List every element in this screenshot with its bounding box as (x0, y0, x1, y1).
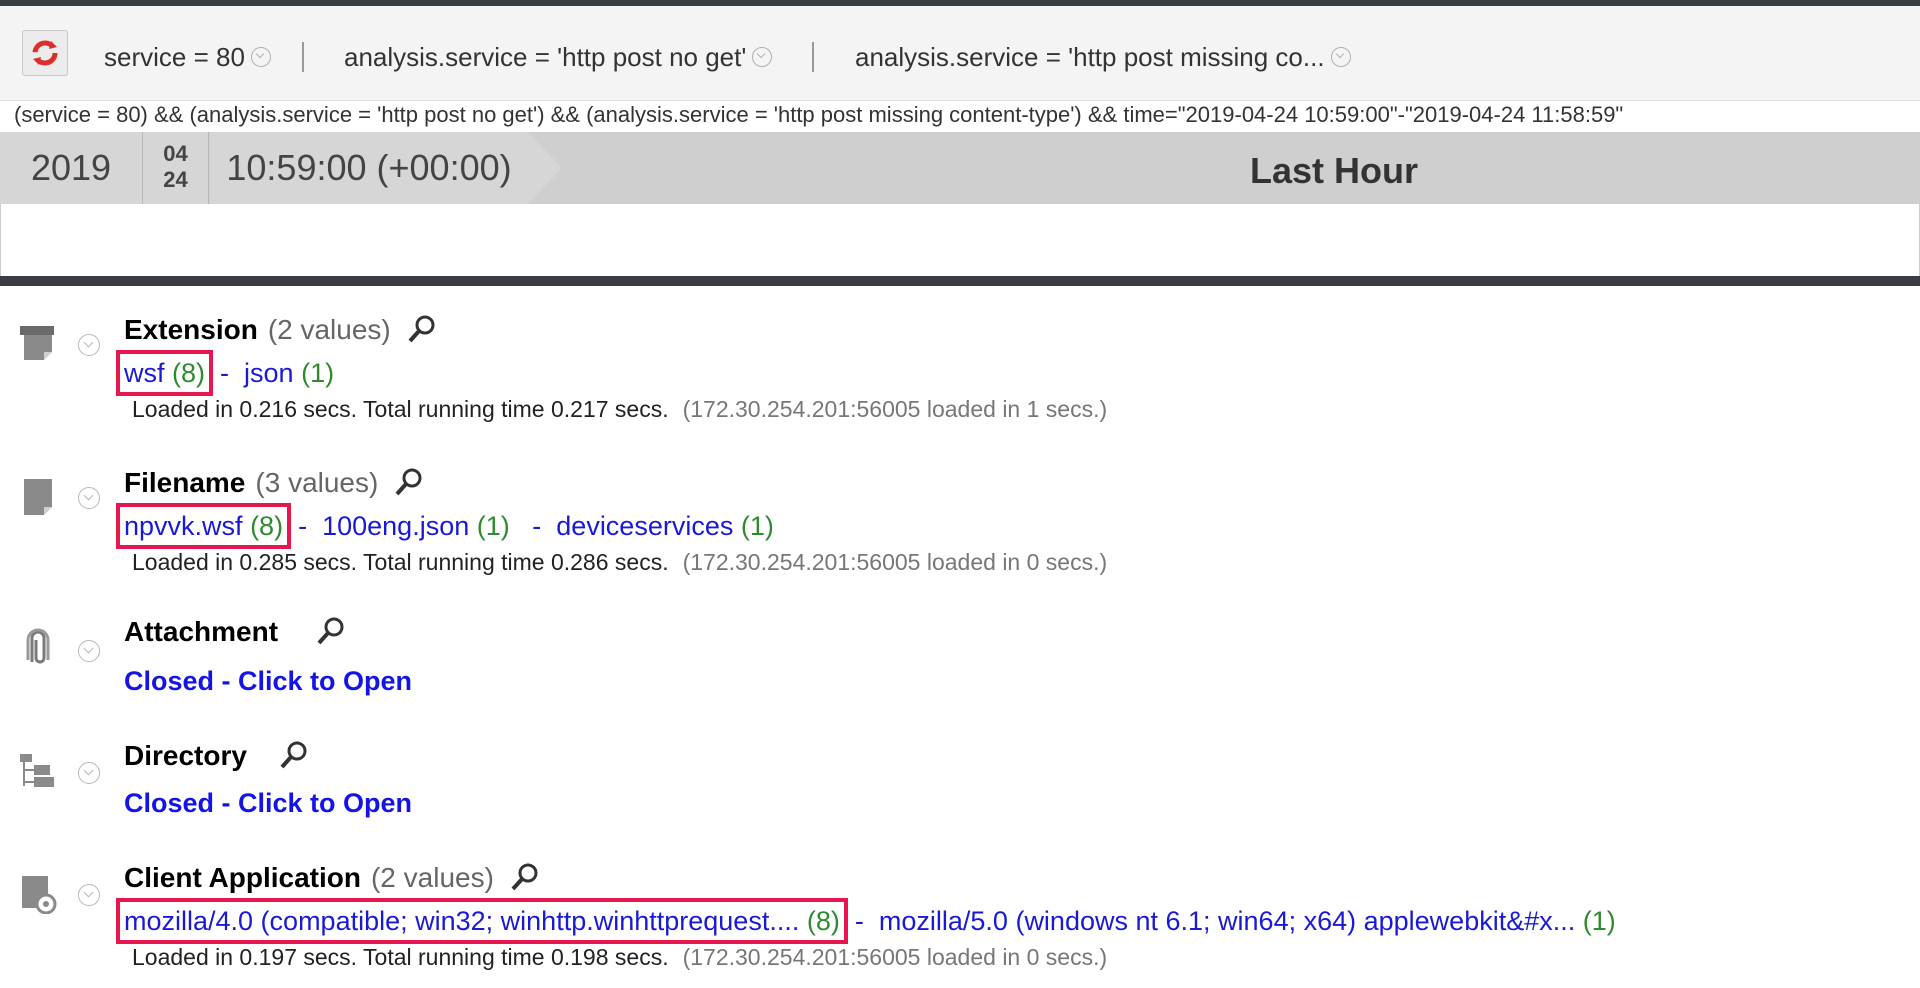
paperclip-icon (26, 628, 50, 664)
query-text: (service = 80) && (analysis.service = 'h… (14, 102, 1624, 127)
value-count: (8) (172, 358, 206, 388)
section-title: Attachment (124, 616, 346, 648)
load-server: (172.30.254.201:56005 loaded in 1 secs.) (682, 396, 1108, 422)
application-disc-icon (22, 876, 57, 914)
open-section-link[interactable]: Closed - Click to Open (124, 788, 412, 819)
value-link[interactable]: mozilla/5.0 (windows nt 6.1; win64; x64)… (879, 906, 1575, 936)
section-values: npvvk.wsf (8) - 100eng.json (1) - device… (115, 503, 774, 549)
value-item[interactable]: mozilla/4.0 (compatible; win32; winhttp.… (116, 898, 848, 944)
time-range-label[interactable]: Last Hour (1250, 150, 1418, 192)
breadcrumb-separator (812, 42, 814, 72)
value-item[interactable]: mozilla/5.0 (windows nt 6.1; win64; x64)… (879, 906, 1616, 936)
value-link[interactable]: json (244, 358, 294, 388)
section-title-text: Directory (124, 740, 247, 771)
value-link[interactable]: deviceservices (556, 511, 733, 541)
load-server: (172.30.254.201:56005 loaded in 0 secs.) (682, 549, 1108, 575)
value-count: (8) (250, 511, 284, 541)
section-title: Client Application (2 values) (124, 862, 540, 894)
breadcrumb-analysis-no-get[interactable]: analysis.service = 'http post no get' (344, 42, 773, 73)
file-tag-icon (20, 326, 54, 360)
section-title-text: Attachment (124, 616, 279, 647)
value-item[interactable]: wsf (8) (115, 350, 214, 396)
value-count: (1) (301, 358, 335, 388)
section-title: Filename (3 values) (124, 467, 424, 499)
time-year[interactable]: 2019 (0, 132, 143, 204)
value-item[interactable]: npvvk.wsf (8) (115, 503, 292, 549)
breadcrumb-label: analysis.service = 'http post missing co… (855, 42, 1325, 72)
value-link[interactable]: mozilla/4.0 (compatible; win32; winhttp.… (124, 906, 799, 936)
chevron-down-icon[interactable] (78, 884, 100, 906)
time-arrow (528, 132, 562, 204)
load-time: Loaded in 0.285 secs. Total running time… (132, 549, 669, 575)
time-range-bar[interactable]: 2019 04 24 10:59:00 (+00:00) Last Hour (0, 132, 1920, 204)
magnifier-icon[interactable] (510, 862, 540, 892)
section-count: (2 values) (370, 862, 494, 893)
section-count: (3 values) (255, 467, 379, 498)
value-item[interactable]: json (1) (244, 358, 334, 388)
value-separator: - (290, 511, 315, 541)
section-title-text: Filename (124, 467, 246, 498)
file-icon (24, 479, 52, 515)
open-section-link[interactable]: Closed - Click to Open (124, 666, 412, 697)
magnifier-icon[interactable] (316, 616, 346, 646)
chevron-down-icon[interactable] (1330, 47, 1351, 68)
value-link[interactable]: wsf (124, 358, 165, 388)
section-values: wsf (8) - json (1) (115, 350, 334, 396)
magnifier-icon[interactable] (279, 740, 309, 770)
chevron-down-icon[interactable] (78, 640, 100, 662)
time-day: 24 (163, 167, 188, 192)
value-count: (8) (806, 906, 840, 936)
time-month: 04 (163, 141, 188, 166)
value-count: (1) (740, 511, 774, 541)
value-link[interactable]: 100eng.json (322, 511, 469, 541)
value-separator: - (517, 511, 549, 541)
section-title-text: Extension (124, 314, 258, 345)
breadcrumb-analysis-missing-content[interactable]: analysis.service = 'http post missing co… (855, 42, 1351, 73)
chevron-down-icon[interactable] (250, 47, 271, 68)
section-divider (0, 276, 1920, 286)
value-separator: - (212, 358, 237, 388)
section-count: (2 values) (267, 314, 391, 345)
chevron-down-icon[interactable] (78, 762, 100, 784)
magnifier-icon[interactable] (394, 467, 424, 497)
breadcrumb-service[interactable]: service = 80 (104, 42, 271, 73)
value-separator: - (847, 906, 872, 936)
folder-tree-icon (20, 754, 54, 787)
section-title: Extension (2 values) (124, 314, 437, 346)
timeline-panel (0, 204, 1920, 276)
load-time: Loaded in 0.197 secs. Total running time… (132, 944, 669, 970)
breadcrumb-separator (302, 42, 304, 72)
chevron-down-icon[interactable] (78, 334, 100, 356)
chevron-down-icon[interactable] (752, 47, 773, 68)
load-server: (172.30.254.201:56005 loaded in 0 secs.) (682, 944, 1108, 970)
time-month-day[interactable]: 04 24 (143, 132, 209, 204)
breadcrumb-label: service = 80 (104, 42, 245, 72)
breadcrumb-label: analysis.service = 'http post no get' (344, 42, 747, 72)
value-count: (1) (1582, 906, 1616, 936)
value-count: (1) (476, 511, 510, 541)
value-item[interactable]: 100eng.json (1) (322, 511, 510, 541)
time-clock[interactable]: 10:59:00 (+00:00) (210, 132, 528, 204)
load-info: Loaded in 0.197 secs. Total running time… (132, 944, 1107, 971)
load-time: Loaded in 0.216 secs. Total running time… (132, 396, 669, 422)
value-link[interactable]: npvvk.wsf (124, 511, 243, 541)
section-title-text: Client Application (124, 862, 361, 893)
refresh-button[interactable] (22, 30, 68, 76)
chevron-down-icon[interactable] (78, 487, 100, 509)
section-title: Directory (124, 740, 309, 772)
breadcrumb-bar: service = 80 analysis.service = 'http po… (0, 6, 1920, 101)
value-item[interactable]: deviceservices (1) (556, 511, 774, 541)
section-values: mozilla/4.0 (compatible; win32; winhttp.… (116, 898, 1616, 944)
magnifier-icon[interactable] (407, 314, 437, 344)
load-info: Loaded in 0.216 secs. Total running time… (132, 396, 1107, 423)
load-info: Loaded in 0.285 secs. Total running time… (132, 549, 1107, 576)
refresh-icon (32, 40, 58, 66)
